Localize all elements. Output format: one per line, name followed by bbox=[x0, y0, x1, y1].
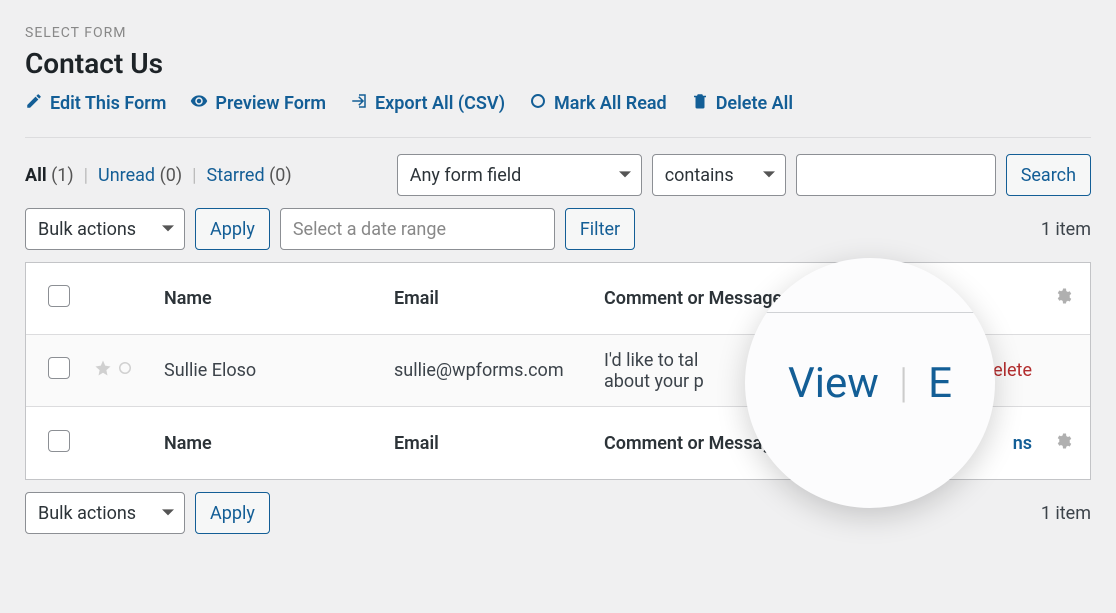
col-footer-name[interactable]: Name bbox=[164, 433, 394, 454]
star-icon[interactable] bbox=[94, 359, 112, 382]
filter-row: All (1) | Unread (0) | Starred (0) Any f… bbox=[25, 154, 1091, 208]
circle-icon bbox=[529, 92, 547, 115]
magnifier-overlay: View | E bbox=[745, 258, 995, 508]
status-starred[interactable]: Starred bbox=[207, 165, 265, 186]
read-status-icon[interactable] bbox=[116, 359, 134, 382]
apply-button-bottom[interactable]: Apply bbox=[195, 492, 270, 534]
preview-form-label: Preview Form bbox=[215, 93, 326, 114]
col-header-name[interactable]: Name bbox=[164, 288, 394, 309]
bulk-actions-select-bottom[interactable]: Bulk actions bbox=[25, 492, 185, 534]
actions-label: ns bbox=[1013, 433, 1032, 454]
select-all-checkbox-bottom[interactable] bbox=[48, 430, 70, 452]
preview-form-link[interactable]: Preview Form bbox=[190, 92, 326, 115]
items-count-bottom: 1 item bbox=[1041, 503, 1091, 524]
edit-form-link[interactable]: Edit This Form bbox=[25, 92, 166, 115]
delete-all-link[interactable]: Delete All bbox=[691, 92, 793, 115]
items-count-top: 1 item bbox=[1041, 219, 1091, 240]
export-icon bbox=[350, 92, 368, 115]
gear-icon[interactable] bbox=[1054, 289, 1072, 310]
divider bbox=[25, 137, 1091, 138]
select-all-checkbox[interactable] bbox=[48, 285, 70, 307]
action-bar: Edit This Form Preview Form Export All (… bbox=[25, 92, 1091, 115]
mark-read-label: Mark All Read bbox=[554, 93, 667, 114]
select-form-label: SELECT FORM bbox=[25, 25, 1091, 41]
date-range-input[interactable]: Select a date range bbox=[280, 208, 555, 250]
status-all-count: (1) bbox=[51, 165, 74, 186]
search-input[interactable] bbox=[796, 154, 996, 196]
status-unread-count: (0) bbox=[160, 165, 183, 186]
status-unread[interactable]: Unread bbox=[98, 165, 155, 186]
filter-controls: Any form field contains Search bbox=[397, 154, 1091, 196]
form-field-select[interactable]: Any form field bbox=[397, 154, 642, 196]
status-links: All (1) | Unread (0) | Starred (0) bbox=[25, 165, 292, 186]
cell-name: Sullie Eloso bbox=[164, 360, 394, 381]
status-starred-count: (0) bbox=[269, 165, 292, 186]
col-footer-email[interactable]: Email bbox=[394, 433, 604, 454]
col-header-email[interactable]: Email bbox=[394, 288, 604, 309]
magnified-view-link[interactable]: View bbox=[788, 359, 879, 408]
status-all[interactable]: All bbox=[25, 165, 47, 186]
bulk-actions-select[interactable]: Bulk actions bbox=[25, 208, 185, 250]
pencil-icon bbox=[25, 92, 43, 115]
trash-icon bbox=[691, 92, 709, 115]
search-button[interactable]: Search bbox=[1006, 154, 1091, 196]
delete-all-label: Delete All bbox=[716, 93, 793, 114]
export-csv-label: Export All (CSV) bbox=[375, 93, 505, 114]
gear-icon-bottom[interactable] bbox=[1054, 434, 1072, 455]
page-title: Contact Us bbox=[25, 47, 1091, 80]
magnified-edit-initial: E bbox=[928, 359, 952, 408]
export-csv-link[interactable]: Export All (CSV) bbox=[350, 92, 505, 115]
row-checkbox[interactable] bbox=[48, 357, 70, 379]
operator-select[interactable]: contains bbox=[652, 154, 786, 196]
magnified-separator: | bbox=[899, 359, 908, 408]
mark-read-link[interactable]: Mark All Read bbox=[529, 92, 667, 115]
filter-button[interactable]: Filter bbox=[565, 208, 635, 250]
edit-form-label: Edit This Form bbox=[50, 93, 166, 114]
cell-email: sullie@wpforms.com bbox=[394, 360, 604, 381]
apply-button-top[interactable]: Apply bbox=[195, 208, 270, 250]
bulk-row: Bulk actions Apply Select a date range F… bbox=[25, 208, 1091, 262]
eye-icon bbox=[190, 92, 208, 115]
